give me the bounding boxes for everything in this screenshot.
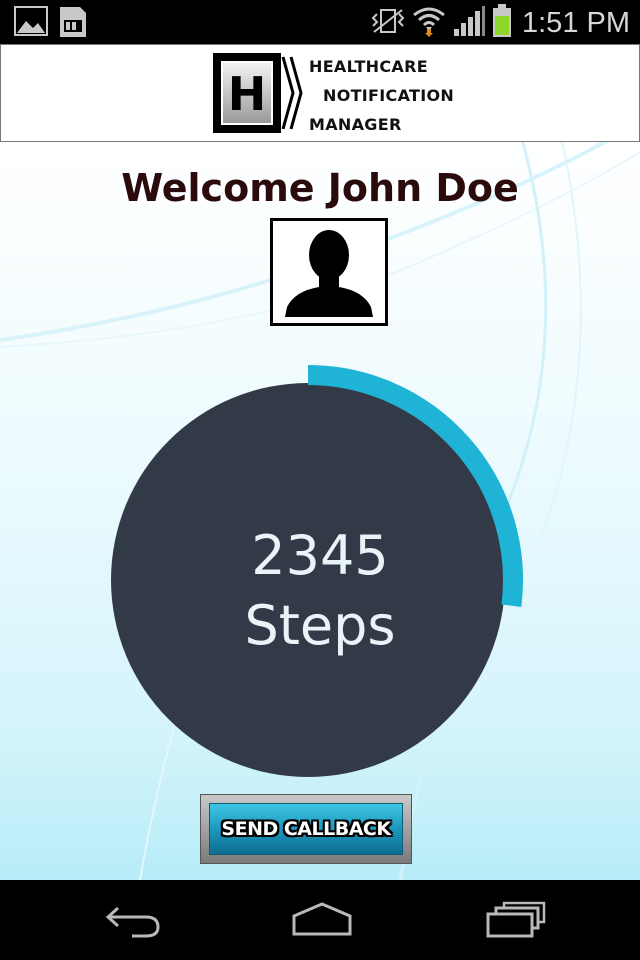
clock: 1:51 PM	[522, 6, 630, 39]
logo-chevron-icon	[281, 56, 303, 130]
logo-letter: H	[227, 67, 267, 121]
wifi-icon	[412, 5, 446, 41]
navigation-bar	[0, 880, 640, 960]
logo-h-icon: H	[213, 53, 281, 133]
logo-text-line2: NOTIFICATION	[323, 86, 455, 105]
status-bar: 1:51 PM	[0, 0, 640, 44]
image-icon	[14, 6, 48, 42]
steps-unit-label: Steps	[244, 594, 396, 657]
send-callback-button[interactable]: SEND CALLBACK	[200, 794, 412, 864]
back-icon[interactable]	[104, 900, 164, 944]
send-callback-label: SEND CALLBACK	[221, 818, 391, 840]
logo-text-line3: MANAGER	[309, 115, 402, 134]
vibrate-icon	[370, 6, 406, 40]
recent-apps-icon[interactable]	[484, 900, 546, 944]
steps-progress-ring	[111, 365, 523, 777]
logo-text-line1: HEALTHCARE	[309, 57, 428, 76]
sd-card-icon	[58, 6, 88, 42]
steps-value: 2345	[251, 524, 389, 587]
battery-icon	[492, 4, 512, 42]
home-icon[interactable]	[290, 900, 354, 944]
signal-icon	[452, 5, 486, 41]
main-content: Welcome John Doe 2345 Steps SEND CALLBAC…	[0, 142, 640, 880]
app-header: H HEALTHCARE NOTIFICATION MANAGER	[0, 44, 640, 142]
